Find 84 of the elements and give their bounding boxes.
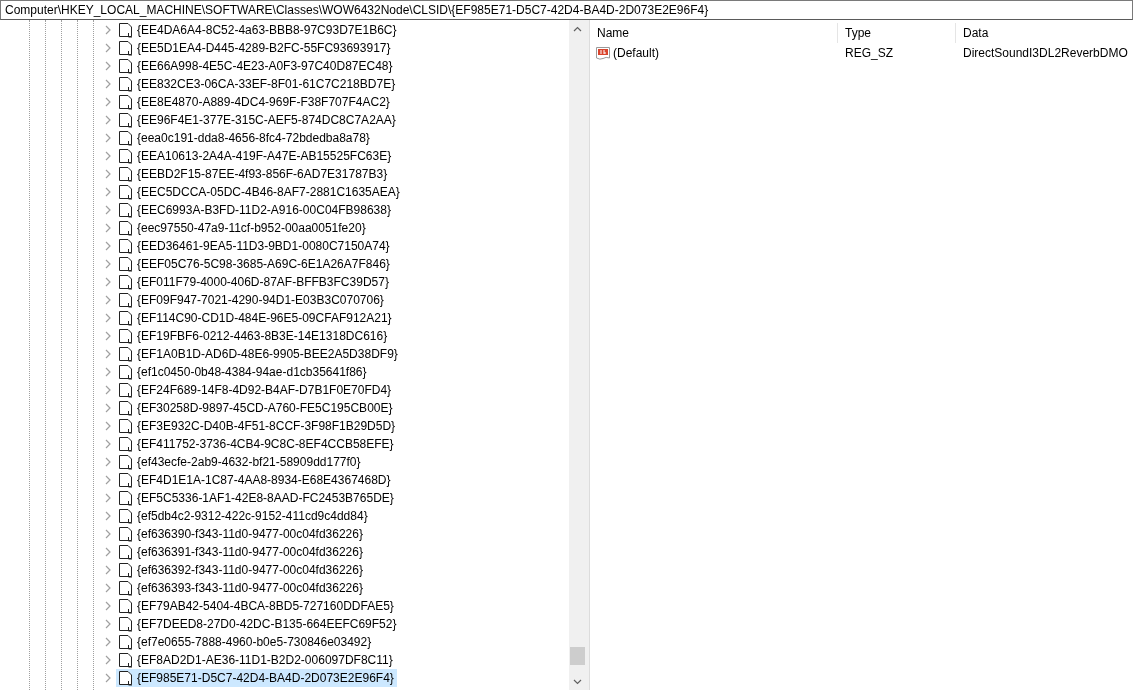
tree-item[interactable]: {EE5D1EA4-D445-4289-B2FC-55FC93693917}	[116, 39, 394, 57]
tree-item[interactable]: {ef636393-f343-11d0-9477-00c04fd36226}	[116, 579, 366, 597]
folder-icon	[118, 58, 134, 74]
tree-item[interactable]: {EE832CE3-06CA-33EF-8F01-61C7C218BD7E}	[116, 75, 399, 93]
tree-item[interactable]: {EF19FBF6-0212-4463-8B3E-14E1318DC616}	[116, 327, 391, 345]
folder-icon	[118, 364, 134, 380]
folder-icon	[118, 166, 134, 182]
folder-icon	[118, 454, 134, 470]
tree-item[interactable]: {EEC5DCCA-05DC-4B46-8AF7-2881C1635AEA}	[116, 183, 403, 201]
folder-icon	[118, 472, 134, 488]
tree-item[interactable]: {EE66A998-4E5C-4E23-A0F3-97C40D87EC48}	[116, 57, 396, 75]
tree-item[interactable]: {EF4D1E1A-1C87-4AA8-8934-E68E4367468D}	[116, 471, 394, 489]
column-header[interactable]: Name	[590, 23, 838, 43]
folder-icon	[118, 562, 134, 578]
tree-item[interactable]: {eea0c191-dda8-4656-8fc4-72bdedba8a78}	[116, 129, 373, 147]
column-header[interactable]: Type	[838, 23, 956, 43]
folder-icon	[118, 202, 134, 218]
folder-icon	[118, 40, 134, 56]
tree-item[interactable]: {EEC6993A-B3FD-11D2-A916-00C04FB98638}	[116, 201, 394, 219]
folder-icon	[118, 274, 134, 290]
tree-item[interactable]: {ef636392-f343-11d0-9477-00c04fd36226}	[116, 561, 366, 579]
folder-icon	[118, 148, 134, 164]
tree-item[interactable]: {EF09F947-7021-4290-94D1-E03B3C070706}	[116, 291, 387, 309]
value-data: DirectSoundI3DL2ReverbDMO	[962, 45, 1129, 62]
tree-item[interactable]: {EF1A0B1D-AD6D-48E6-9905-BEE2A5D38DF9}	[116, 345, 401, 363]
folder-icon	[118, 670, 134, 686]
tree-item[interactable]: {EF5C5336-1AF1-42E8-8AAD-FC2453B765DE}	[116, 489, 397, 507]
folder-icon	[118, 508, 134, 524]
tree-item[interactable]: {EED36461-9EA5-11D3-9BD1-0080C7150A74}	[116, 237, 393, 255]
tree-item[interactable]: {EE4DA6A4-8C52-4a63-BBB8-97C93D7E1B6C}	[116, 21, 400, 39]
folder-icon	[118, 382, 134, 398]
tree-item[interactable]: {EF411752-3736-4CB4-9C8C-8EF4CCB58EFE}	[116, 435, 397, 453]
tree-item[interactable]: {EE8E4870-A889-4DC4-969F-F38F707F4AC2}	[116, 93, 393, 111]
folder-icon	[118, 94, 134, 110]
tree-item[interactable]: {EEA10613-2A4A-419F-A47E-AB15525FC63E}	[116, 147, 395, 165]
tree-item[interactable]: {EF24F689-14F8-4D92-B4AF-D7B1F0E70FD4}	[116, 381, 395, 399]
string-value-icon	[595, 45, 611, 61]
folder-icon	[118, 130, 134, 146]
folder-icon	[118, 346, 134, 362]
folder-icon	[118, 184, 134, 200]
tree-item[interactable]: {ef5db4c2-9312-422c-9152-411cd9c4dd84}	[116, 507, 371, 525]
tree-item[interactable]: {ef1c0450-0b48-4384-94ae-d1cb35641f86}	[116, 363, 370, 381]
column-header[interactable]: Data	[956, 23, 1133, 43]
tree-item[interactable]: {EF985E71-D5C7-42D4-BA4D-2D073E2E96F4}	[116, 669, 397, 687]
tree-item[interactable]: {EE96F4E1-377E-315C-AEF5-874DC8C7A2AA}	[116, 111, 399, 129]
folder-icon	[118, 292, 134, 308]
folder-icon	[118, 328, 134, 344]
tree-item[interactable]: {EF114C90-CD1D-484E-96E5-09CFAF912A21}	[116, 309, 395, 327]
folder-icon	[118, 220, 134, 236]
tree-item[interactable]: {EF011F79-4000-406D-87AF-BFFB3FC39D57}	[116, 273, 392, 291]
scroll-thumb[interactable]	[570, 647, 585, 665]
tree-item[interactable]: {EF8AD2D1-AE36-11D1-B2D2-006097DF8C11}	[116, 651, 396, 669]
tree-item[interactable]: {EF7DEED8-27D0-42DC-B135-664EEFC69F52}	[116, 615, 400, 633]
folder-icon	[118, 436, 134, 452]
folder-icon	[118, 598, 134, 614]
folder-icon	[118, 418, 134, 434]
folder-icon	[118, 238, 134, 254]
folder-icon	[118, 616, 134, 632]
folder-icon	[118, 634, 134, 650]
address-field[interactable]: Computer\HKEY_LOCAL_MACHINE\SOFTWARE\Classes\WOW6432Node\CLSID\{EF985E71-D5C7-42D4-BA4D-2D073E2E96F4}	[0, 0, 1133, 20]
folder-icon	[118, 400, 134, 416]
scrollbar[interactable]	[569, 20, 586, 690]
folder-icon	[118, 22, 134, 38]
value-name[interactable]: (Default)	[613, 44, 659, 62]
tree-item[interactable]: {EEF05C76-5C98-3685-A69C-6E1A26A7F846}	[116, 255, 393, 273]
tree-item[interactable]: {ef636391-f343-11d0-9477-00c04fd36226}	[116, 543, 366, 561]
folder-icon	[118, 490, 134, 506]
folder-icon	[118, 112, 134, 128]
folder-icon	[118, 652, 134, 668]
tree-item[interactable]: {EEBD2F15-87EE-4f93-856F-6AD7E31787B3}	[116, 165, 391, 183]
tree-item[interactable]: {EF79AB42-5404-4BCA-8BD5-727160DDFAE5}	[116, 597, 397, 615]
folder-icon	[118, 580, 134, 596]
folder-icon	[118, 256, 134, 272]
folder-icon	[118, 526, 134, 542]
tree-item[interactable]: {ef636390-f343-11d0-9477-00c04fd36226}	[116, 525, 366, 543]
tree-item[interactable]: {eec97550-47a9-11cf-b952-00aa0051fe20}	[116, 219, 369, 237]
folder-icon	[118, 76, 134, 92]
tree-item[interactable]: {EF30258D-9897-45CD-A760-FE5C195CB00E}	[116, 399, 396, 417]
folder-icon	[118, 310, 134, 326]
tree-item[interactable]: {ef43ecfe-2ab9-4632-bf21-58909dd177f0}	[116, 453, 364, 471]
tree-item[interactable]: {EF3E932C-D40B-4F51-8CCF-3F98F1B29D5D}	[116, 417, 399, 435]
tree-item[interactable]: {ef7e0655-7888-4960-b0e5-730846e03492}	[116, 633, 375, 651]
folder-icon	[118, 544, 134, 560]
value-type: REG_SZ	[844, 45, 894, 62]
